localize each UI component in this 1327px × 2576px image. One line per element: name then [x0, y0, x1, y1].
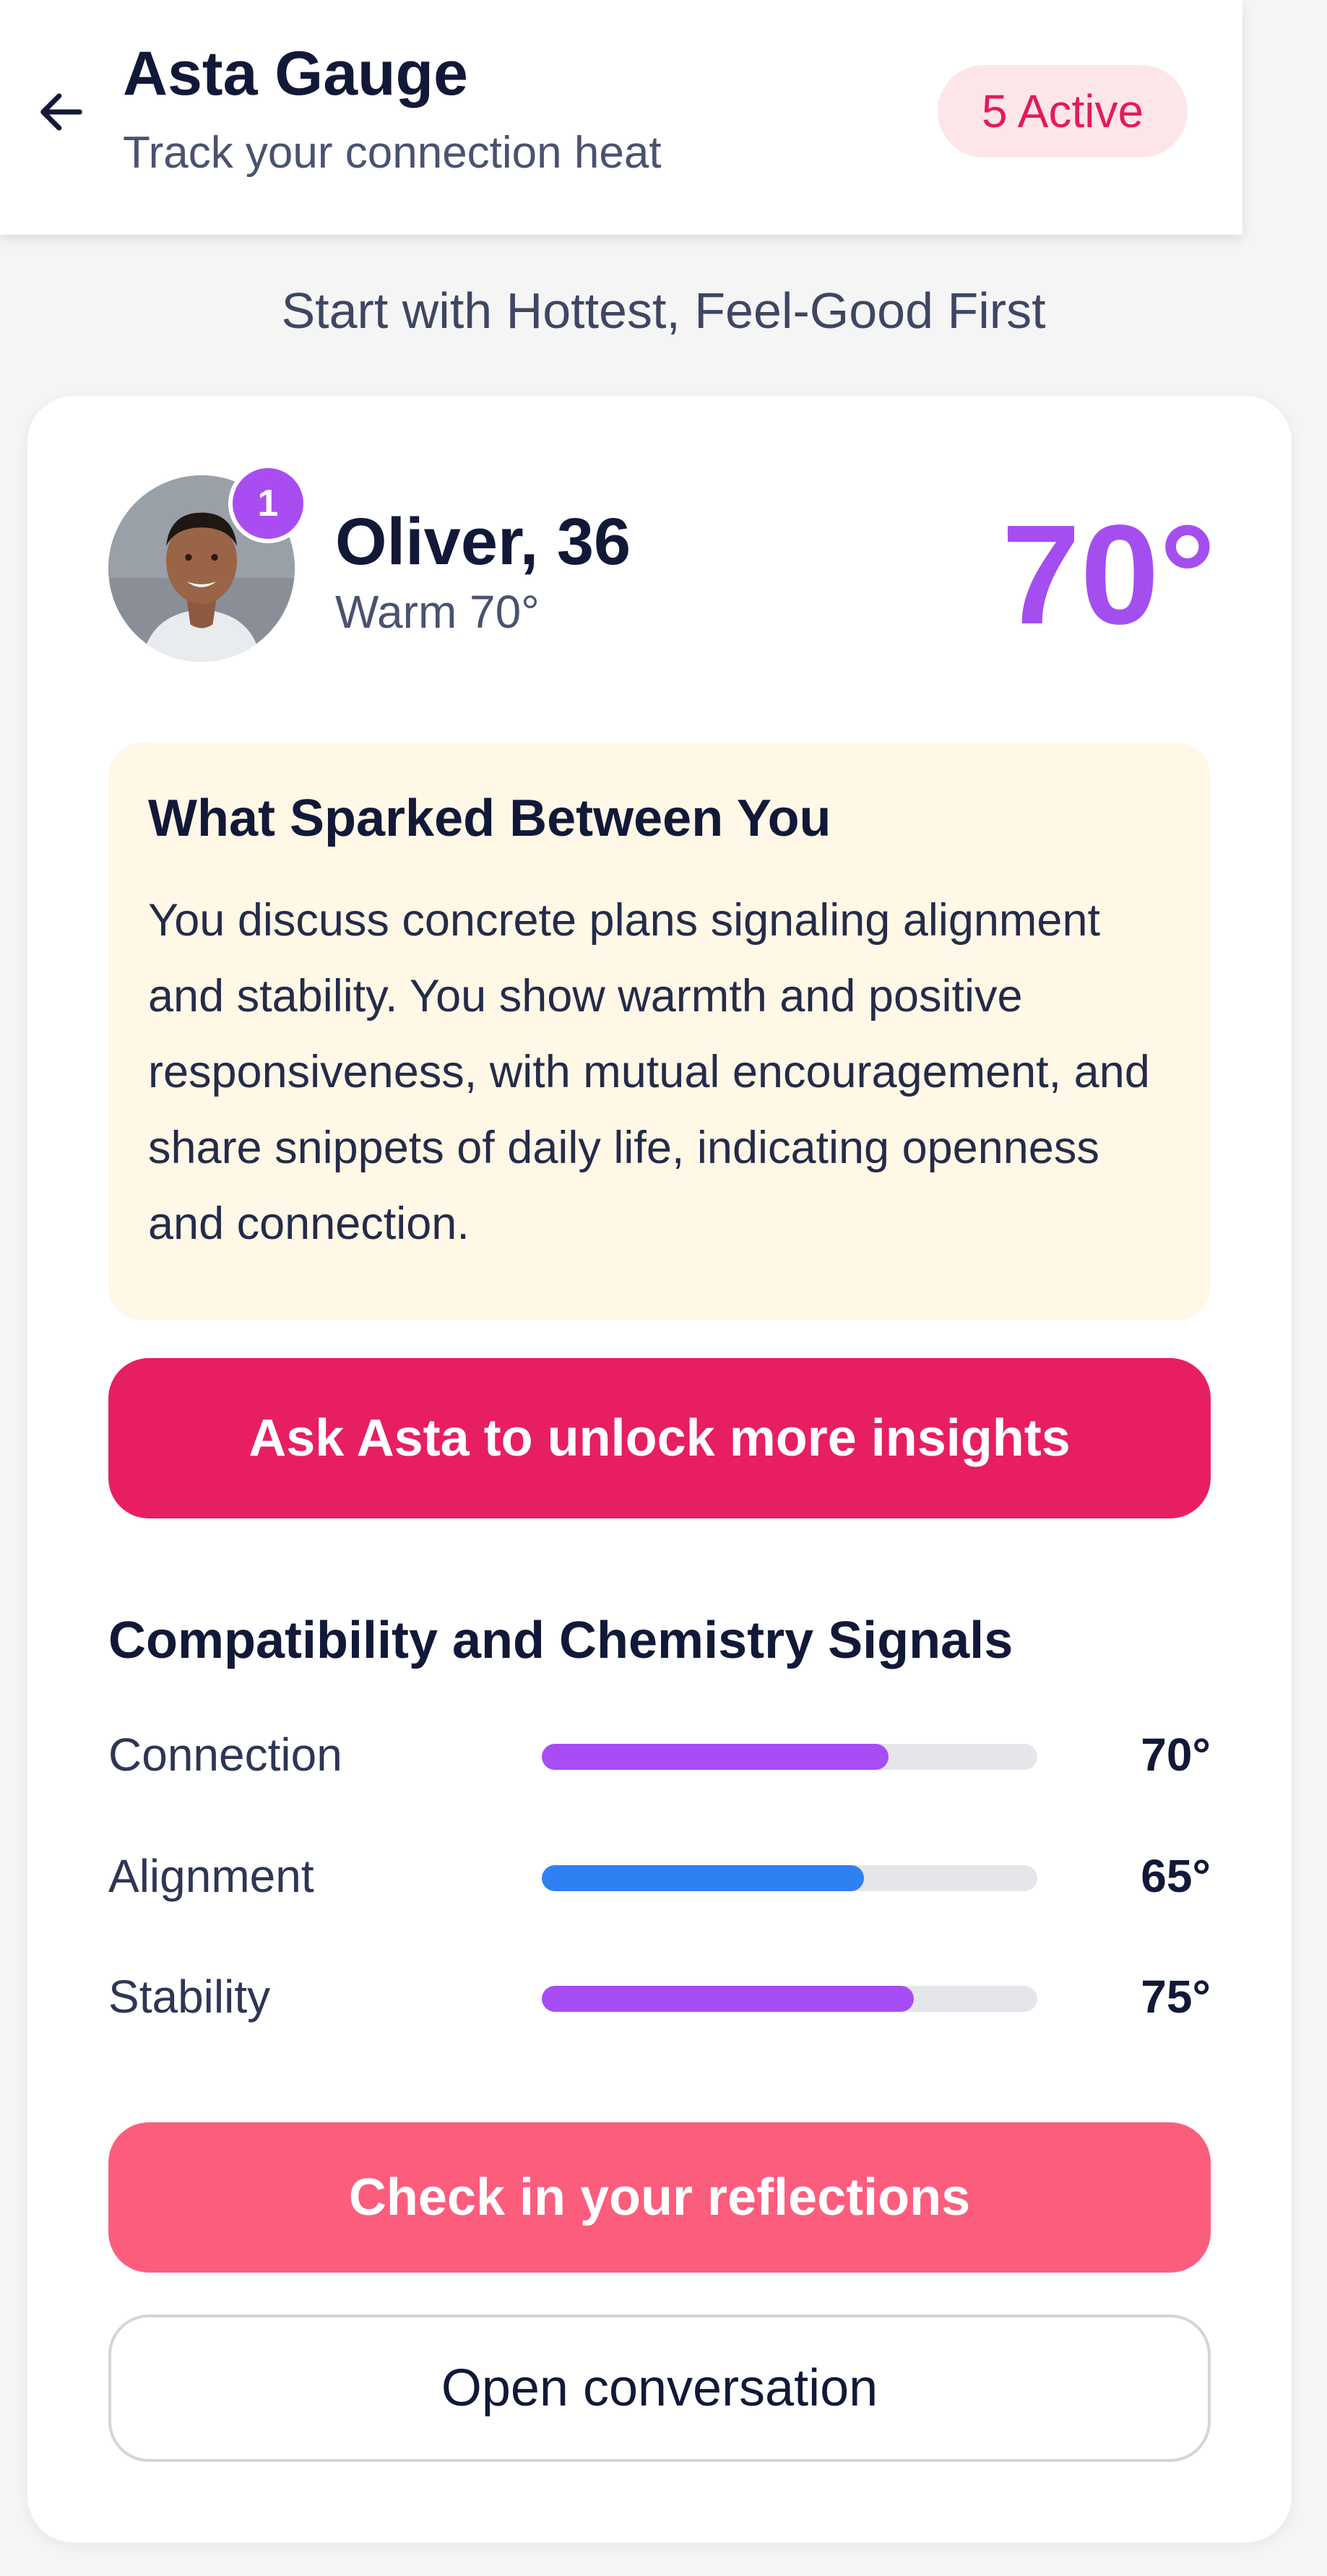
- unlock-insights-button[interactable]: Ask Asta to unlock more insights: [108, 1358, 1211, 1518]
- signal-bar-fill: [542, 1986, 914, 2012]
- signal-value: 65°: [1141, 1850, 1211, 1902]
- signal-row-connection: Connection 70°: [108, 1716, 1211, 1789]
- signal-label: Alignment: [108, 1850, 314, 1902]
- arrow-left-icon: [40, 93, 82, 131]
- sort-caption: Start with Hottest, Feel-Good First: [281, 282, 1046, 339]
- back-button[interactable]: [29, 79, 94, 144]
- rank-badge: 1: [228, 464, 308, 543]
- insight-title: What Sparked Between You: [148, 790, 831, 847]
- signal-row-stability: Stability 75°: [108, 1958, 1211, 2031]
- signal-bar-fill: [542, 1744, 889, 1770]
- signal-row-alignment: Alignment 65°: [108, 1838, 1211, 1910]
- page-title: Asta Gauge: [123, 39, 468, 108]
- signal-bar-track: [542, 1986, 1037, 2012]
- page-subtitle: Track your connection heat: [123, 128, 662, 178]
- active-count-badge[interactable]: 5 Active: [938, 65, 1188, 157]
- signals-title: Compatibility and Chemistry Signals: [108, 1612, 1013, 1669]
- open-conversation-button[interactable]: Open conversation: [108, 2314, 1211, 2462]
- signal-value: 70°: [1141, 1729, 1211, 1781]
- app-header: Asta Gauge Track your connection heat 5 …: [0, 0, 1242, 235]
- match-name: Oliver, 36: [335, 505, 631, 579]
- match-temp-label: Warm 70°: [335, 586, 540, 638]
- signal-bar-fill: [542, 1865, 864, 1891]
- insight-box: What Sparked Between You You discuss con…: [108, 743, 1211, 1321]
- insight-text: You discuss concrete plans signaling ali…: [148, 895, 1150, 1249]
- temperature-reading: 70°: [1001, 496, 1216, 654]
- signal-label: Stability: [108, 1971, 271, 2023]
- signal-label: Connection: [108, 1729, 342, 1781]
- signal-bar-track: [542, 1744, 1037, 1770]
- match-card: 1 Oliver, 36 Warm 70° 70° What Sparked B…: [27, 396, 1292, 2543]
- signal-value: 75°: [1141, 1971, 1211, 2023]
- signal-bar-track: [542, 1865, 1037, 1891]
- check-in-reflections-button[interactable]: Check in your reflections: [108, 2122, 1211, 2273]
